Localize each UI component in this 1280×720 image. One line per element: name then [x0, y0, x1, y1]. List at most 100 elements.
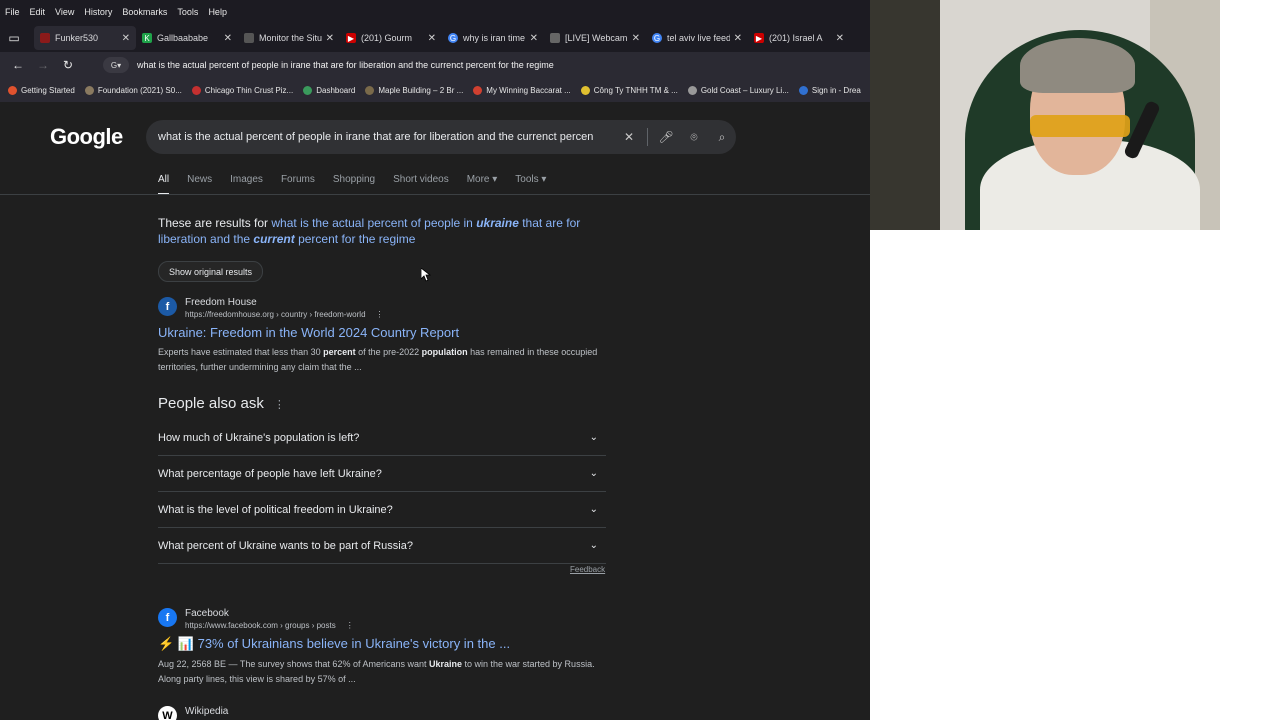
- bookmark[interactable]: Công Ty TNHH TM & ...: [580, 85, 678, 95]
- result-source[interactable]: f Facebook https://www.facebook.com › gr…: [158, 608, 618, 630]
- search-result: f Facebook https://www.facebook.com › gr…: [158, 608, 618, 687]
- filter-forums[interactable]: Forums: [281, 174, 315, 195]
- menu-bookmarks[interactable]: Bookmarks: [121, 7, 168, 17]
- snippet-text: Aug 22, 2568 BE — The survey shows that …: [158, 659, 429, 669]
- result-url: https://www.facebook.com › groups › post…: [185, 621, 354, 630]
- search-icon[interactable]: ⌕: [708, 130, 736, 145]
- tab[interactable]: ▶ (201) Israel A ✕: [748, 26, 850, 50]
- more-options-icon[interactable]: ⋮: [274, 399, 285, 411]
- result-title-link[interactable]: ⚡ 📊 73% of Ukrainians believe in Ukraine…: [158, 636, 618, 652]
- blank-area: [870, 230, 1280, 720]
- bookmark[interactable]: Gold Coast – Luxury Li...: [687, 85, 789, 95]
- tab-title: why is iran time: [463, 33, 526, 43]
- bookmark[interactable]: Chicago Thin Crust Piz...: [191, 85, 293, 95]
- close-icon[interactable]: ✕: [428, 33, 436, 44]
- close-icon[interactable]: ✕: [734, 33, 742, 44]
- camera-lens-icon[interactable]: ⌾: [680, 130, 708, 145]
- paa-question[interactable]: What percent of Ukraine wants to be part…: [158, 528, 606, 564]
- people-also-ask-list: How much of Ukraine's population is left…: [158, 420, 606, 564]
- bookmark[interactable]: Getting Started: [8, 85, 75, 95]
- close-icon[interactable]: ✕: [530, 33, 538, 44]
- close-icon[interactable]: ✕: [122, 33, 130, 44]
- back-icon[interactable]: ←: [8, 55, 28, 75]
- more-options-icon[interactable]: ⋮: [376, 310, 384, 319]
- filter-tools[interactable]: Tools ▾: [515, 174, 546, 195]
- filter-more[interactable]: More ▾: [467, 174, 498, 195]
- tab[interactable]: Funker530 ✕: [34, 26, 136, 50]
- bookmark[interactable]: Sign in - Drea: [798, 85, 861, 95]
- bookmark-label: Maple Building – 2 Br ...: [378, 85, 464, 95]
- filter-images[interactable]: Images: [230, 174, 263, 195]
- result-title-link[interactable]: Ukraine: Freedom in the World 2024 Count…: [158, 325, 618, 340]
- bookmark[interactable]: My Winning Baccarat ...: [473, 85, 571, 95]
- paa-question[interactable]: What percentage of people have left Ukra…: [158, 456, 606, 492]
- facebook-icon: f: [158, 608, 177, 627]
- chevron-down-icon: ⌄: [589, 504, 598, 515]
- microphone-icon[interactable]: 🎤︎: [652, 130, 680, 144]
- tab-title: (201) Gourm: [361, 33, 413, 43]
- menu-history[interactable]: History: [83, 7, 113, 17]
- browser-chrome: File Edit View History Bookmarks Tools H…: [0, 0, 870, 102]
- google-logo[interactable]: Google: [50, 124, 123, 150]
- paa-question[interactable]: How much of Ukraine's population is left…: [158, 420, 606, 456]
- tab[interactable]: [LIVE] Webcam ✕: [544, 26, 646, 50]
- search-filters: All News Images Forums Shopping Short vi…: [158, 174, 564, 195]
- show-original-button[interactable]: Show original results: [158, 261, 264, 282]
- tab[interactable]: Monitor the Situa ✕: [238, 26, 340, 50]
- close-icon[interactable]: ✕: [632, 33, 640, 44]
- bookmark-icon: [580, 85, 590, 95]
- people-also-ask-heading: People also ask ⋮: [158, 395, 285, 412]
- tab[interactable]: G tel aviv live feed ✕: [646, 26, 748, 50]
- corrected-term: current: [253, 232, 295, 246]
- webcam-person-glasses: [1030, 115, 1130, 137]
- tab-title: [LIVE] Webcam: [565, 33, 628, 43]
- result-source[interactable]: f Freedom House https://freedomhouse.org…: [158, 297, 618, 319]
- snippet-bold: population: [421, 347, 468, 357]
- more-options-icon[interactable]: ⋮: [346, 621, 354, 630]
- bookmark-label: Công Ty TNHH TM & ...: [593, 85, 678, 95]
- menu-view[interactable]: View: [54, 7, 75, 17]
- spell-prefix: These are results for: [158, 216, 272, 230]
- close-icon[interactable]: ✕: [326, 33, 334, 44]
- reload-icon[interactable]: ↻: [58, 55, 78, 75]
- tab[interactable]: K Gallbaababe ✕: [136, 26, 238, 50]
- blank-area: [1220, 0, 1280, 230]
- address-bar[interactable]: G▾ what is the actual percent of people …: [103, 55, 862, 75]
- menu-tools[interactable]: Tools: [176, 7, 199, 17]
- menu-help[interactable]: Help: [207, 7, 228, 17]
- search-engine-icon[interactable]: G▾: [103, 57, 129, 73]
- webcam-person-hat: [1020, 38, 1135, 93]
- paa-question[interactable]: What is the level of political freedom i…: [158, 492, 606, 528]
- close-icon[interactable]: ✕: [836, 33, 844, 44]
- filter-news[interactable]: News: [187, 174, 212, 195]
- bookmark-label: Dashboard: [316, 85, 356, 95]
- filter-short-videos[interactable]: Short videos: [393, 174, 449, 195]
- bookmark-icon: [473, 85, 483, 95]
- tab[interactable]: ▶ (201) Gourm ✕: [340, 26, 442, 50]
- bookmark-icon: [303, 85, 313, 95]
- tab-favicon: [40, 33, 50, 43]
- youtube-icon: ▶: [754, 33, 764, 43]
- chevron-down-icon: ⌄: [589, 540, 598, 551]
- clear-icon[interactable]: ✕: [615, 130, 643, 144]
- google-results-page: Google what is the actual percent of peo…: [0, 102, 870, 720]
- result-source[interactable]: W Wikipedia: [158, 706, 618, 720]
- bookmarks-toolbar: Getting Started Foundation (2021) S0... …: [0, 78, 870, 102]
- search-result: f Freedom House https://freedomhouse.org…: [158, 297, 618, 375]
- filter-shopping[interactable]: Shopping: [333, 174, 375, 195]
- bookmark[interactable]: Maple Building – 2 Br ...: [365, 85, 464, 95]
- menu-edit[interactable]: Edit: [29, 7, 47, 17]
- forward-icon[interactable]: →: [33, 55, 53, 75]
- tab-overview-icon[interactable]: ▭: [4, 28, 24, 48]
- close-icon[interactable]: ✕: [224, 33, 232, 44]
- search-box[interactable]: what is the actual percent of people in …: [146, 120, 736, 154]
- filter-all[interactable]: All: [158, 174, 170, 195]
- corrected-query-part: what is the actual percent of people in: [271, 216, 477, 230]
- bookmark[interactable]: Foundation (2021) S0...: [84, 85, 182, 95]
- bookmark[interactable]: Dashboard: [303, 85, 356, 95]
- feedback-link[interactable]: Feedback: [570, 565, 605, 574]
- search-input[interactable]: what is the actual percent of people in …: [158, 131, 615, 143]
- snippet-bold: percent: [323, 347, 356, 357]
- tab[interactable]: G why is iran time ✕: [442, 26, 544, 50]
- menu-file[interactable]: File: [4, 7, 21, 17]
